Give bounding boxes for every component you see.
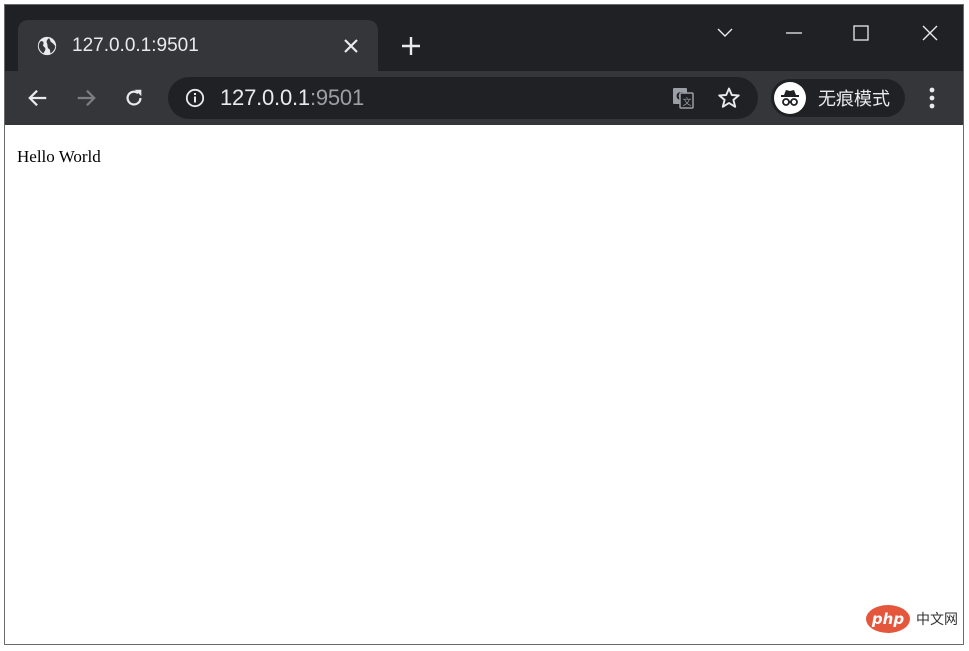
minimize-button[interactable] bbox=[771, 13, 817, 53]
translate-icon[interactable]: G 文 bbox=[668, 83, 698, 113]
plus-icon bbox=[402, 37, 420, 55]
info-icon[interactable] bbox=[184, 87, 206, 109]
forward-button[interactable] bbox=[69, 81, 103, 115]
url-host: 127.0.0.1 bbox=[220, 85, 310, 110]
active-tab[interactable]: 127.0.0.1:9501 bbox=[18, 20, 378, 71]
back-button[interactable] bbox=[21, 81, 55, 115]
globe-icon bbox=[36, 35, 58, 57]
url-port: :9501 bbox=[309, 85, 365, 110]
menu-button[interactable] bbox=[917, 81, 947, 115]
page-body-text: Hello World bbox=[17, 147, 101, 166]
tab-search-button[interactable] bbox=[702, 13, 748, 53]
tab-title: 127.0.0.1:9501 bbox=[72, 34, 199, 56]
svg-text:文: 文 bbox=[683, 96, 692, 108]
address-bar[interactable]: 127.0.0.1:9501 G 文 bbox=[168, 77, 758, 119]
arrow-right-icon bbox=[77, 89, 96, 107]
toolbar: 127.0.0.1:9501 G 文 bbox=[5, 71, 963, 125]
new-tab-button[interactable] bbox=[397, 32, 425, 60]
bookmark-star-icon[interactable] bbox=[714, 83, 744, 113]
reload-icon bbox=[126, 89, 142, 106]
page-content: Hello World bbox=[5, 125, 963, 644]
chevron-down-icon bbox=[717, 28, 733, 37]
tab-strip: 127.0.0.1:9501 bbox=[5, 5, 963, 71]
browser-window: 127.0.0.1:9501 127.0.0.1:9501 文 无痕模式 Hel… bbox=[4, 4, 964, 645]
close-tab-icon[interactable] bbox=[340, 35, 362, 57]
watermark: php 中文网 bbox=[866, 605, 958, 633]
maximize-button[interactable] bbox=[838, 13, 884, 53]
watermark-text: 中文网 bbox=[916, 611, 958, 627]
close-window-button[interactable] bbox=[907, 13, 953, 53]
incognito-profile-button[interactable]: 无痕模式 bbox=[771, 79, 905, 117]
php-logo: php bbox=[866, 605, 910, 633]
incognito-label: 无痕模式 bbox=[818, 89, 890, 109]
reload-button[interactable] bbox=[117, 81, 151, 115]
close-icon bbox=[922, 25, 938, 41]
maximize-icon bbox=[853, 25, 869, 41]
minimize-icon bbox=[786, 32, 802, 34]
arrow-left-icon bbox=[28, 89, 47, 107]
incognito-icon bbox=[774, 82, 806, 114]
url-text[interactable]: 127.0.0.1:9501 bbox=[220, 85, 652, 111]
more-vert-icon bbox=[929, 87, 935, 109]
